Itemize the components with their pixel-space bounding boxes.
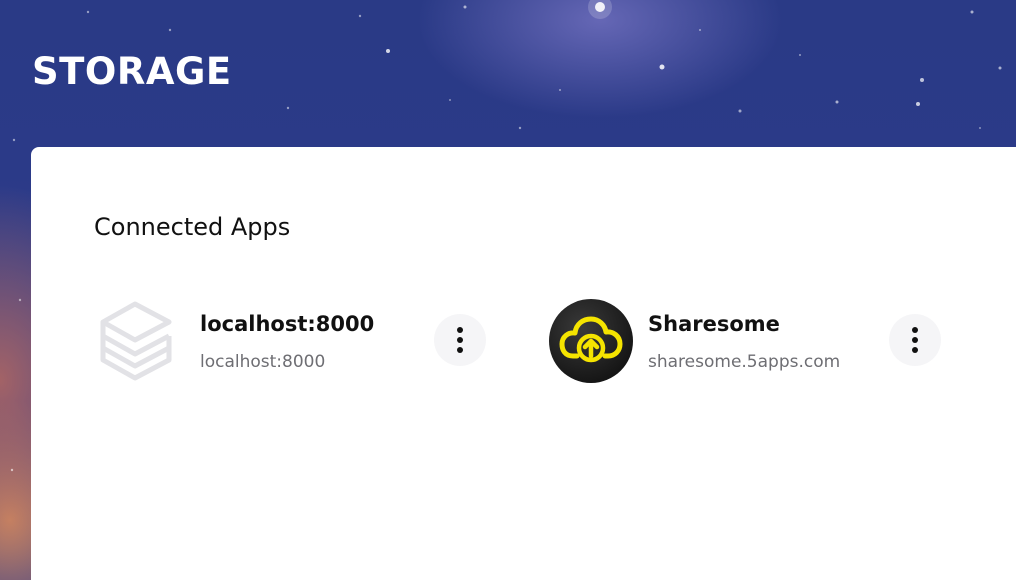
connected-app-item[interactable]: Sharesome sharesome.5apps.com (548, 299, 943, 387)
stack-layers-icon (100, 299, 186, 385)
app-options-button[interactable] (434, 314, 486, 366)
section-title: Connected Apps (94, 213, 291, 241)
app-url: sharesome.5apps.com (648, 352, 841, 372)
connected-apps-card: Connected Apps localhost:8000 localhost:… (31, 147, 1016, 580)
app-background: STORAGE Connected Apps localhost:8000 lo… (0, 0, 1016, 580)
app-options-button[interactable] (889, 314, 941, 366)
connected-app-item[interactable]: localhost:8000 localhost:8000 (100, 299, 488, 387)
app-name: Sharesome (648, 312, 780, 336)
app-name: localhost:8000 (200, 312, 375, 336)
cloud-upload-icon (549, 299, 633, 383)
app-url: localhost:8000 (200, 352, 326, 372)
page-title: STORAGE (32, 50, 232, 93)
